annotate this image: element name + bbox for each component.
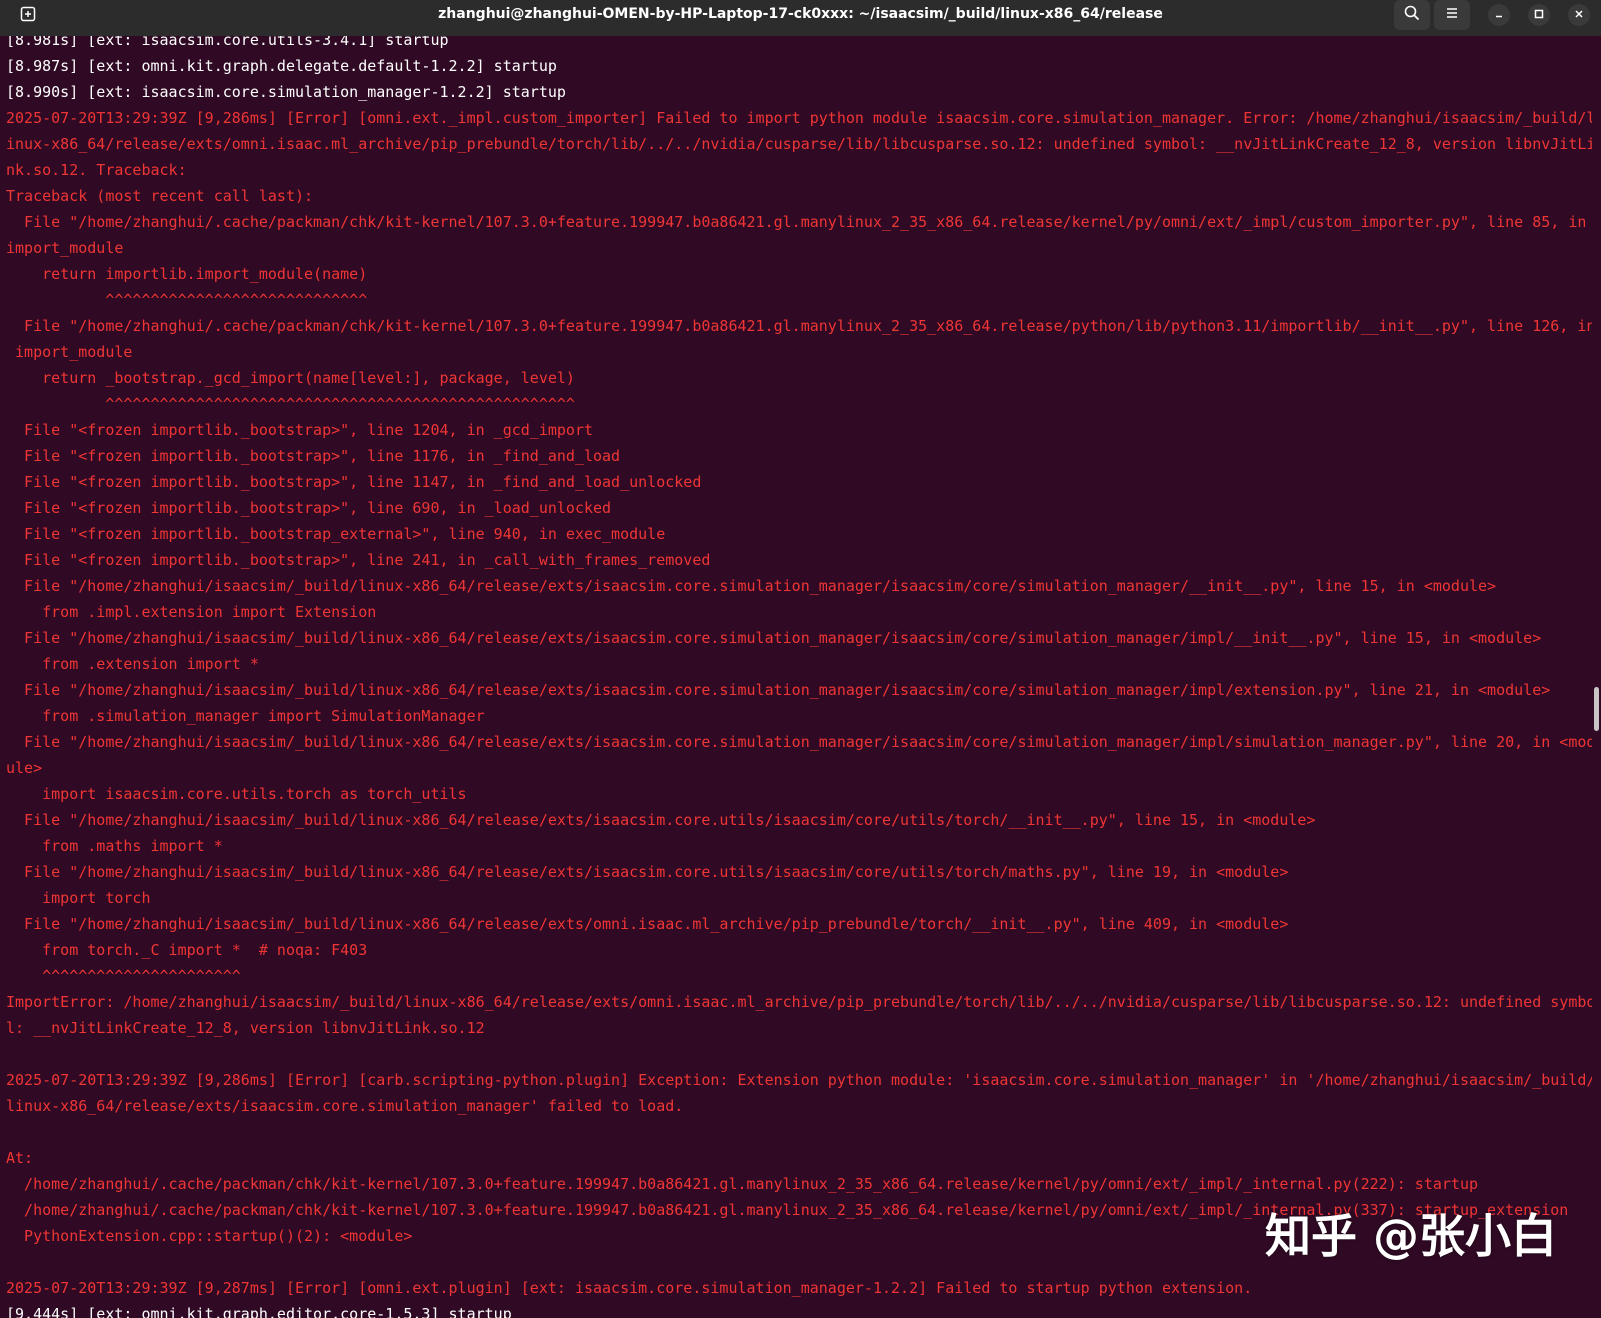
terminal-line: File "/home/zhanghui/isaacsim/_build/lin… [6, 681, 1551, 699]
window-title: zhanghui@zhanghui-OMEN-by-HP-Laptop-17-c… [438, 6, 1163, 22]
terminal-line: from .extension import * [6, 655, 259, 673]
terminal-line: ImportError: /home/zhanghui/isaacsim/_bu… [6, 993, 1592, 1011]
terminal-line: File "<frozen importlib._bootstrap>", li… [6, 421, 593, 439]
menu-button[interactable] [1434, 0, 1470, 30]
terminal-line: from .impl.extension import Extension [6, 603, 377, 621]
search-icon [1404, 5, 1420, 25]
terminal-line: [8.987s] [ext: omni.kit.graph.delegate.d… [6, 57, 557, 75]
terminal-line: import_module [6, 343, 133, 361]
terminal-line: [8.990s] [ext: isaacsim.core.simulation_… [6, 83, 566, 101]
terminal-window: zhanghui@zhanghui-OMEN-by-HP-Laptop-17-c… [0, 0, 1601, 1318]
terminal-line: return _bootstrap._gcd_import(name[level… [6, 369, 575, 387]
terminal-line: 2025-07-20T13:29:39Z [9,287ms] [Error] [… [6, 1279, 1253, 1297]
terminal-line: from .simulation_manager import Simulati… [6, 707, 485, 725]
terminal-line: import_module [6, 239, 124, 257]
hamburger-menu-icon [1445, 6, 1459, 24]
terminal-line: File "/home/zhanghui/isaacsim/_build/lin… [6, 863, 1289, 881]
minimize-button[interactable] [1488, 4, 1510, 26]
terminal-line: import torch [6, 889, 151, 907]
terminal-line: return importlib.import_module(name) [6, 265, 368, 283]
terminal-line: ^^^^^^^^^^^^^^^^^^^^^^ [6, 967, 241, 985]
terminal-lines: [8.981s] [ext: isaacsim.core.utils-3.4.1… [6, 36, 1592, 1318]
terminal-line: File "/home/zhanghui/isaacsim/_build/lin… [6, 733, 1592, 751]
terminal-line: [8.981s] [ext: isaacsim.core.utils-3.4.1… [6, 36, 449, 49]
terminal-line: File "/home/zhanghui/.cache/packman/chk/… [6, 317, 1592, 335]
terminal-line: File "/home/zhanghui/isaacsim/_build/lin… [6, 811, 1316, 829]
terminal-line: File "<frozen importlib._bootstrap>", li… [6, 447, 621, 465]
terminal-line: nk.so.12. Traceback: [6, 161, 187, 179]
search-button[interactable] [1394, 0, 1430, 30]
terminal-line: File "<frozen importlib._bootstrap>", li… [6, 499, 612, 517]
zhihu-watermark: 知乎 @张小白 [1264, 1209, 1557, 1263]
terminal-line: l: __nvJitLinkCreate_12_8, version libnv… [6, 1019, 485, 1037]
terminal-output[interactable]: [8.981s] [ext: isaacsim.core.utils-3.4.1… [6, 36, 1592, 1318]
maximize-button[interactable] [1528, 4, 1550, 26]
terminal-line: 2025-07-20T13:29:39Z [9,286ms] [Error] [… [6, 1071, 1592, 1089]
terminal-line: File "/home/zhanghui/.cache/packman/chk/… [6, 213, 1587, 231]
terminal-line: File "<frozen importlib._bootstrap>", li… [6, 551, 711, 569]
close-icon [1574, 7, 1584, 23]
terminal-line: File "<frozen importlib._bootstrap_exter… [6, 525, 666, 543]
terminal-line: File "/home/zhanghui/isaacsim/_build/lin… [6, 577, 1497, 595]
terminal-line: /home/zhanghui/.cache/packman/chk/kit-ke… [6, 1175, 1479, 1193]
terminal-line: File "/home/zhanghui/isaacsim/_build/lin… [6, 915, 1289, 933]
close-button[interactable] [1568, 4, 1590, 26]
maximize-icon [1534, 7, 1544, 23]
terminal-line: ^^^^^^^^^^^^^^^^^^^^^^^^^^^^^^^^^^^^^^^^… [6, 395, 575, 413]
terminal-line: import isaacsim.core.utils.torch as torc… [6, 785, 467, 803]
terminal-line: from .maths import * [6, 837, 223, 855]
terminal-line: inux-x86_64/release/exts/omni.isaac.ml_a… [6, 135, 1592, 153]
terminal-line: from torch._C import * # noqa: F403 [6, 941, 368, 959]
terminal-line: 2025-07-20T13:29:39Z [9,286ms] [Error] [… [6, 109, 1592, 127]
title-bar[interactable]: zhanghui@zhanghui-OMEN-by-HP-Laptop-17-c… [0, 0, 1601, 36]
terminal-line: File "/home/zhanghui/isaacsim/_build/lin… [6, 629, 1542, 647]
terminal-line: ule> [6, 759, 43, 777]
terminal-line: File "<frozen importlib._bootstrap>", li… [6, 473, 702, 491]
terminal-line: linux-x86_64/release/exts/isaacsim.core.… [6, 1097, 684, 1115]
terminal-line: [9.444s] [ext: omni.kit.graph.editor.cor… [6, 1305, 512, 1318]
minimize-icon [1494, 7, 1504, 23]
terminal-line: At: [6, 1149, 34, 1167]
scrollbar-thumb[interactable] [1594, 687, 1599, 731]
terminal-line: Traceback (most recent call last): [6, 187, 314, 205]
terminal-line: ^^^^^^^^^^^^^^^^^^^^^^^^^^^^^ [6, 291, 368, 309]
